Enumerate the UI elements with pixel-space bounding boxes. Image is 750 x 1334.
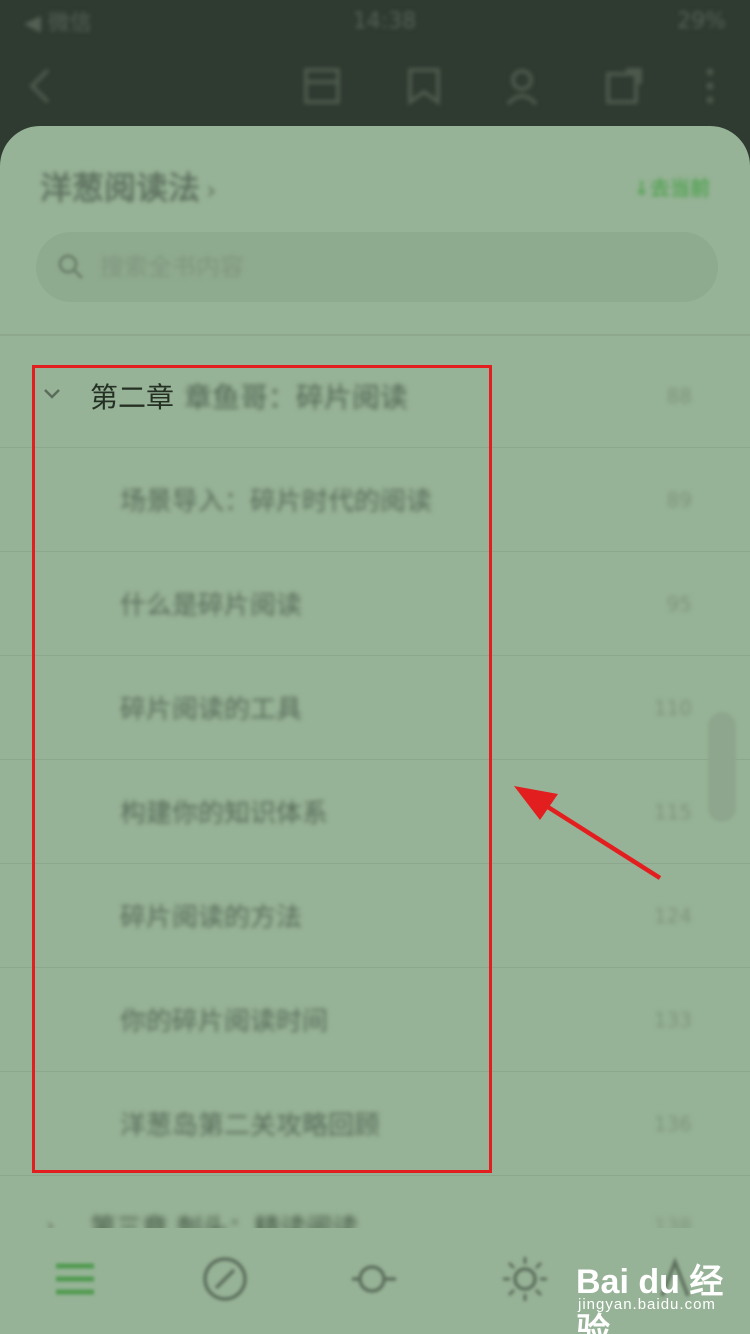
search-icon <box>58 254 84 280</box>
status-time: 14:38 <box>352 8 417 34</box>
chevron-right-icon: › <box>206 176 217 206</box>
note-icon[interactable] <box>200 1254 250 1304</box>
scroll-handle[interactable] <box>708 712 736 822</box>
search-box[interactable] <box>36 232 718 302</box>
status-left: ◀ 微信 <box>24 5 92 37</box>
brightness-icon[interactable] <box>500 1254 550 1304</box>
carrier-label: ◀ 微信 <box>24 11 92 36</box>
baidu-jingyan-watermark: Bai du 经验 jingyan.baidu.com <box>570 1250 740 1334</box>
section-page: 110 <box>653 695 692 720</box>
bookmark-icon[interactable] <box>400 62 448 110</box>
watermark-logo: Bai du 经验 <box>576 1263 724 1334</box>
status-bar: ◀ 微信 14:38 29% <box>0 0 750 42</box>
book-title-text: 洋葱阅读法 <box>40 169 201 207</box>
reader-toolbar <box>0 42 750 128</box>
progress-icon[interactable] <box>350 1254 400 1304</box>
locate-current-link[interactable]: ↓去当前 <box>633 172 710 201</box>
listen-icon[interactable] <box>502 62 550 110</box>
battery-label: 29% <box>677 8 726 34</box>
section-page: 133 <box>653 1007 692 1032</box>
search-input[interactable] <box>100 247 660 287</box>
divider <box>0 334 750 336</box>
more-icon[interactable] <box>686 62 734 110</box>
book-title-row: 洋葱阅读法 › ↓去当前 <box>40 163 710 209</box>
section-page: 124 <box>653 903 692 928</box>
book-title[interactable]: 洋葱阅读法 › <box>40 163 216 209</box>
catalog-icon[interactable] <box>298 62 346 110</box>
section-page: 136 <box>653 1111 692 1136</box>
annotation-arrow-icon <box>514 786 662 880</box>
annotation-highlight-box <box>32 365 492 1173</box>
catalog-list-icon[interactable] <box>50 1254 100 1304</box>
chapter-page: 88 <box>666 383 692 408</box>
section-page: 89 <box>666 487 692 512</box>
watermark-url: jingyan.baidu.com <box>578 1296 716 1313</box>
back-icon[interactable] <box>18 62 66 110</box>
status-right: 29% <box>677 9 726 34</box>
share-icon[interactable] <box>600 62 648 110</box>
section-page: 95 <box>666 591 692 616</box>
